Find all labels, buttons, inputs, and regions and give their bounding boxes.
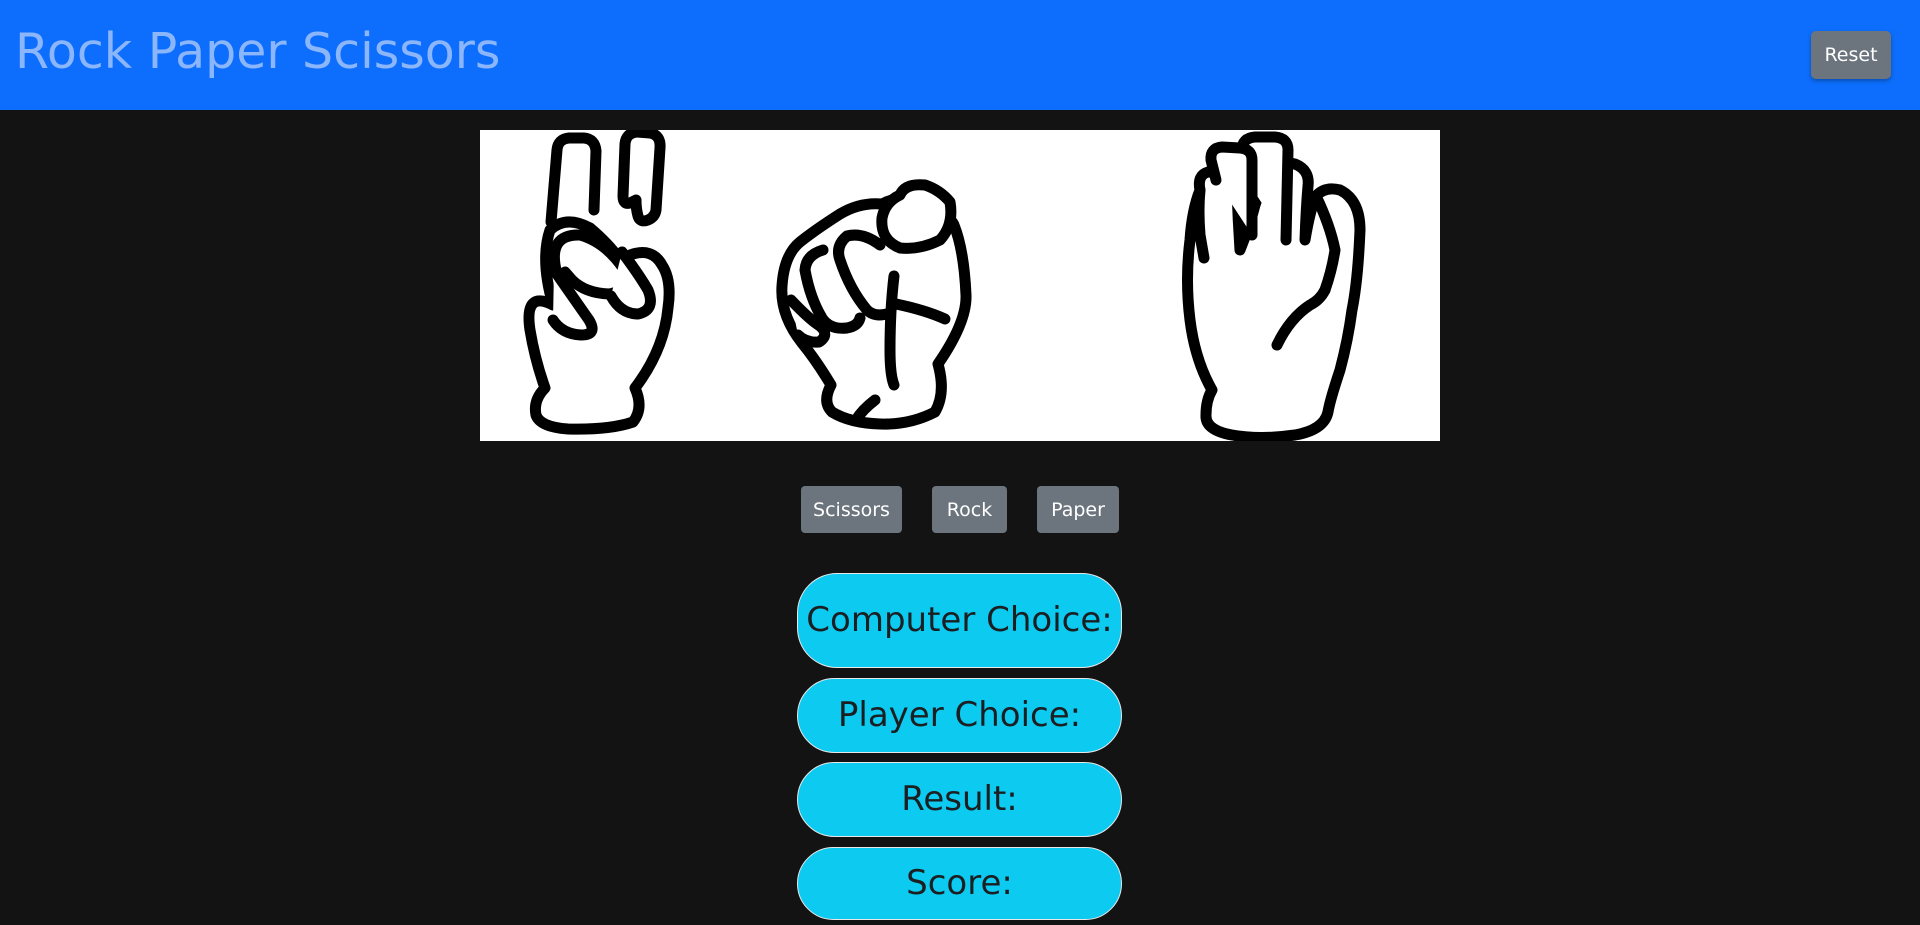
navbar: Rock Paper Scissors Reset xyxy=(0,0,1920,110)
scissors-button[interactable]: Scissors xyxy=(801,486,902,533)
player-choice-display: Player Choice: xyxy=(797,678,1122,753)
reset-button[interactable]: Reset xyxy=(1811,31,1891,79)
paper-palm-icon xyxy=(1182,131,1366,441)
hands-illustration xyxy=(480,130,1440,441)
rock-fist-icon xyxy=(776,179,972,430)
paper-button[interactable]: Paper xyxy=(1037,486,1119,533)
scissors-hand-icon xyxy=(523,130,675,435)
page-title: Rock Paper Scissors xyxy=(15,23,501,80)
rock-button[interactable]: Rock xyxy=(932,486,1007,533)
computer-choice-display: Computer Choice: xyxy=(797,573,1122,668)
score-display: Score: xyxy=(797,847,1122,920)
result-display: Result: xyxy=(797,762,1122,837)
